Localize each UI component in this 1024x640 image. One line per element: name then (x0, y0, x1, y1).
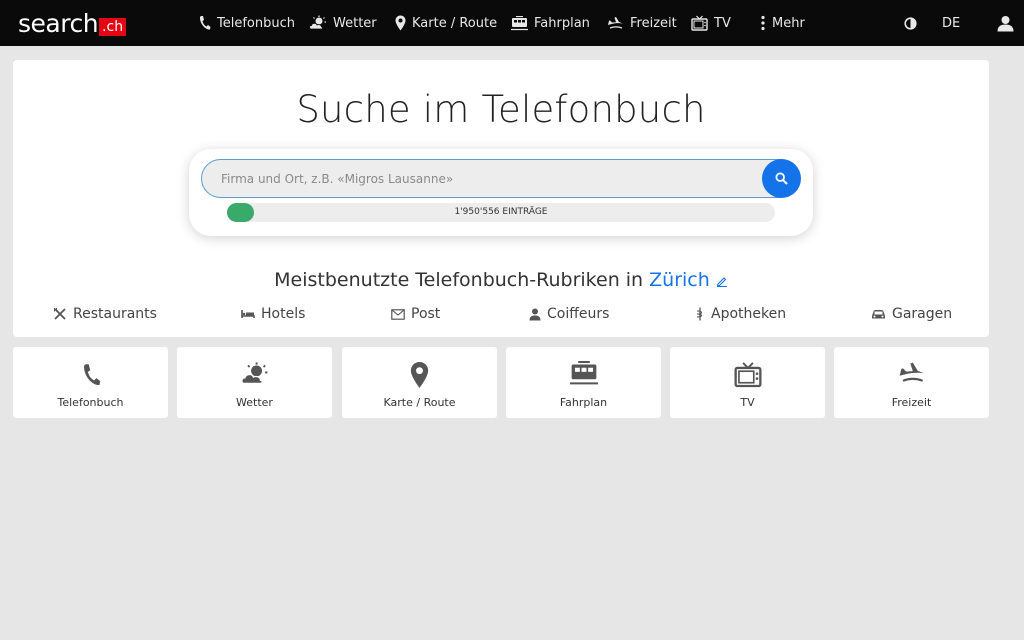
search-icon (775, 172, 788, 185)
logo-word: search (18, 8, 99, 38)
category-apotheken[interactable]: Apotheken (695, 304, 786, 324)
category-label: Restaurants (73, 306, 157, 322)
user-icon (997, 15, 1014, 31)
tile-freizeit[interactable]: Freizeit (834, 347, 989, 418)
entries-progress: 1'950'556 EINTRÄGE (227, 203, 775, 222)
nav-fahrplan-label: Fahrplan (534, 15, 590, 31)
nav-wetter[interactable]: Wetter (309, 0, 377, 46)
nav-tv-label: TV (714, 15, 731, 31)
nav-freizeit[interactable]: Freizeit (607, 0, 677, 46)
section-title-text: Meistbenutzte Telefonbuch-Rubriken in (274, 269, 644, 291)
contrast-icon (904, 16, 917, 30)
nav-karte-route[interactable]: Karte / Route (395, 0, 497, 46)
train-icon (569, 361, 598, 385)
more-icon (761, 15, 765, 31)
category-hotels[interactable]: Hotels (241, 304, 305, 324)
tile-label: Karte / Route (383, 396, 456, 409)
section-title: Meistbenutzte Telefonbuch-Rubriken in Zü… (13, 269, 989, 291)
tile-icon-wrap (177, 361, 332, 391)
tile-karte-route[interactable]: Karte / Route (342, 347, 497, 418)
restaurant-icon (54, 308, 66, 320)
category-coiffeurs[interactable]: Coiffeurs (529, 304, 609, 324)
tile-tv[interactable]: TV (670, 347, 825, 418)
nav-wetter-label: Wetter (333, 15, 377, 31)
map-pin-icon (395, 15, 406, 31)
nav-karte-route-label: Karte / Route (412, 15, 498, 31)
post-icon (391, 308, 405, 320)
tile-label: Freizeit (891, 396, 932, 409)
nav-telefonbuch[interactable]: Telefonbuch (198, 0, 295, 46)
nav-fahrplan[interactable]: Fahrplan (511, 0, 590, 46)
logo-suffix: .ch (99, 18, 127, 36)
edit-icon[interactable] (716, 275, 728, 287)
site-logo[interactable]: search .ch (18, 8, 127, 38)
nav-telefonbuch-label: Telefonbuch (217, 15, 295, 31)
search-input[interactable] (201, 159, 799, 198)
pharmacy-icon (696, 307, 703, 321)
map-pin-icon (410, 362, 429, 388)
phone-icon (83, 364, 100, 386)
coiffeur-icon (529, 308, 541, 320)
nav-mehr[interactable]: Mehr (760, 0, 805, 46)
tile-icon-wrap (13, 361, 168, 391)
nav-freizeit-label: Freizeit (630, 15, 677, 31)
leisure-icon (608, 17, 623, 29)
top-navigation: search .ch Telefonbuch Wetter Karte / Rou… (0, 0, 1024, 46)
tv-icon (733, 362, 762, 388)
category-post[interactable]: Post (391, 304, 440, 324)
language-switch[interactable]: DE (942, 0, 960, 46)
category-label: Apotheken (711, 306, 787, 322)
search-box: 1'950'556 EINTRÄGE (189, 149, 813, 236)
category-restaurants[interactable]: Restaurants (53, 304, 157, 324)
nav-mehr-label: Mehr (772, 15, 805, 31)
train-icon (511, 15, 528, 30)
tv-icon (691, 15, 708, 31)
tile-wetter[interactable]: Wetter (177, 347, 332, 418)
tile-icon-wrap (834, 361, 989, 391)
tile-label: Telefonbuch (57, 396, 124, 409)
category-label: Garagen (892, 306, 953, 322)
category-label: Post (411, 306, 441, 322)
tile-icon-wrap (506, 361, 661, 391)
phone-icon (199, 16, 211, 30)
user-account[interactable] (997, 0, 1014, 46)
weather-icon (309, 15, 326, 30)
tile-label: Wetter (236, 396, 273, 409)
telefonbuch-search-panel: Suche im Telefonbuch 1'950'556 EINTRÄGE … (13, 60, 989, 337)
tile-fahrplan[interactable]: Fahrplan (506, 347, 661, 418)
tile-label: Fahrplan (559, 396, 608, 409)
category-label: Coiffeurs (547, 306, 610, 322)
city-link[interactable]: Zürich (649, 269, 710, 291)
tile-telefonbuch[interactable]: Telefonbuch (13, 347, 168, 418)
contrast-toggle[interactable] (904, 0, 917, 46)
nav-tv[interactable]: TV (691, 0, 731, 46)
leisure-icon (899, 362, 924, 382)
tile-icon-wrap (670, 361, 825, 391)
garage-icon (872, 309, 885, 318)
page-title: Suche im Telefonbuch (296, 88, 706, 131)
category-garagen[interactable]: Garagen (871, 304, 952, 324)
hotel-icon (241, 310, 255, 318)
tile-icon-wrap (342, 361, 497, 391)
weather-icon (240, 362, 267, 384)
search-button[interactable] (762, 159, 801, 198)
tile-label: TV (740, 396, 755, 409)
entries-count: 1'950'556 EINTRÄGE (454, 207, 548, 217)
language-label: DE (942, 15, 961, 31)
category-label: Hotels (261, 306, 306, 322)
